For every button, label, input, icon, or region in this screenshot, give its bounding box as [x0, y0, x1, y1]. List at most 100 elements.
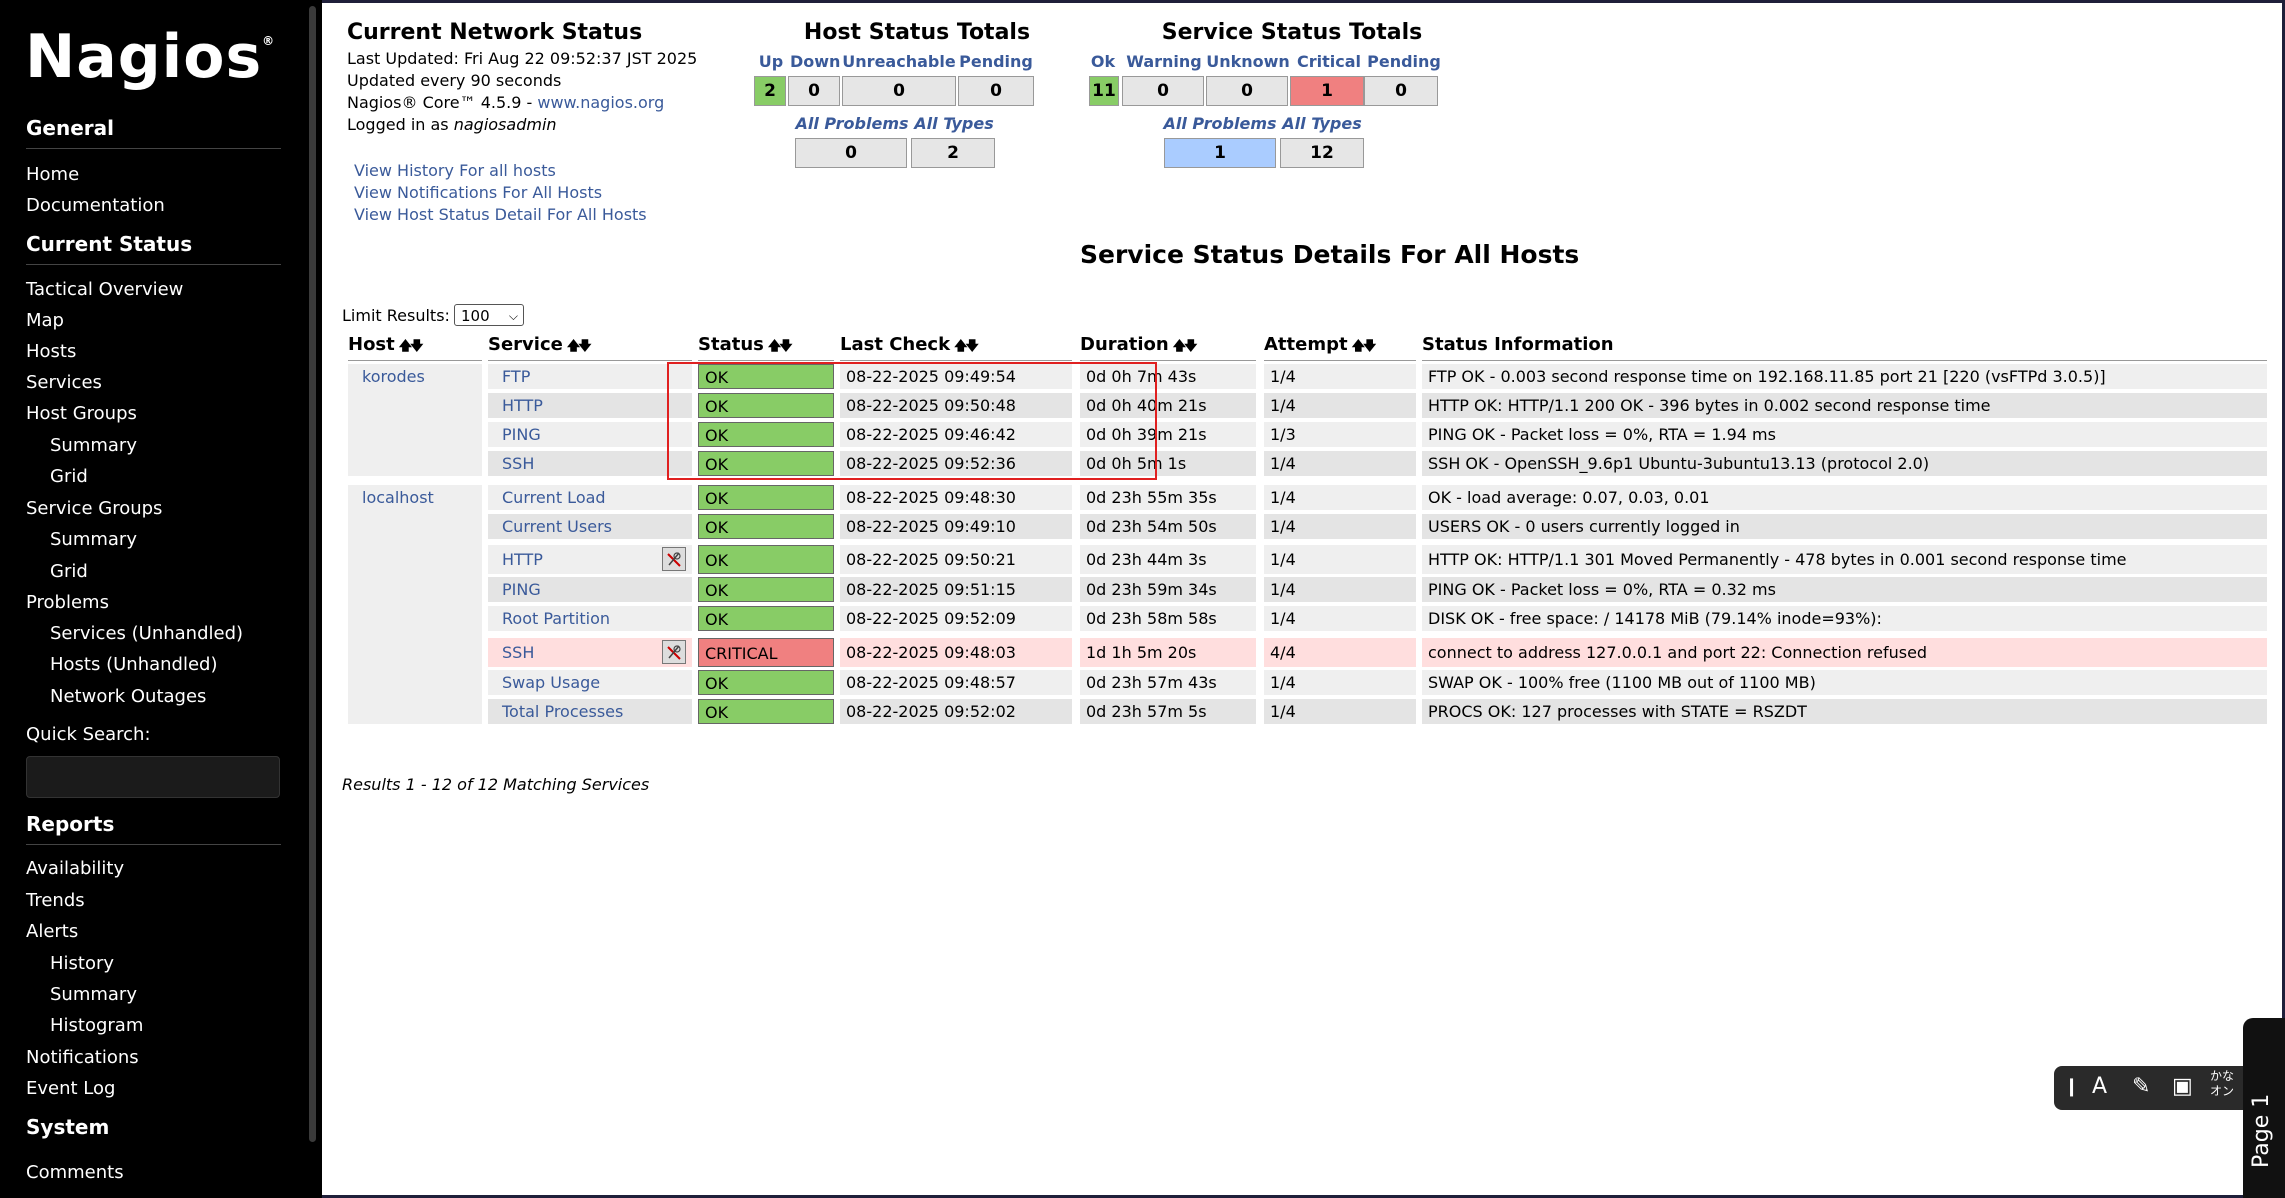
limit-results-value: 100	[461, 307, 490, 325]
nav-alerts-histogram[interactable]: Histogram	[50, 1015, 143, 1036]
view-notifications-link[interactable]: View Notifications For All Hosts	[354, 183, 602, 202]
limit-results-select[interactable]: 100 ⌵	[454, 304, 524, 326]
nav-alerts[interactable]: Alerts	[26, 921, 78, 942]
info-cell: OK - load average: 0.07, 0.03, 0.01	[1422, 485, 2267, 510]
host-all-types-count[interactable]: 2	[911, 138, 995, 168]
host-link[interactable]: localhost	[362, 488, 434, 507]
svc-all-types-header[interactable]: All Types	[1280, 114, 1364, 133]
service-link[interactable]: Root Partition	[502, 609, 610, 628]
host-all-problems-count[interactable]: 0	[795, 138, 907, 168]
status-badge: OK	[698, 699, 834, 724]
sort-arrows-icon[interactable]: 🡅🡇	[768, 339, 793, 354]
svc-all-problems-count[interactable]: 1	[1164, 138, 1276, 168]
host-pending-count[interactable]: 0	[958, 76, 1034, 106]
nav-home[interactable]: Home	[26, 164, 79, 185]
service-link[interactable]: SSH	[502, 643, 534, 662]
nav-comments[interactable]: Comments	[26, 1162, 124, 1183]
sidebar-scrollbar[interactable]	[309, 6, 316, 1142]
nav-network-outages[interactable]: Network Outages	[50, 686, 206, 707]
nav-notifications[interactable]: Notifications	[26, 1047, 139, 1068]
nav-service-groups-grid[interactable]: Grid	[50, 561, 88, 582]
page-tab[interactable]: Page 1	[2243, 1018, 2285, 1198]
last-check-cell: 08-22-2025 09:48:57	[840, 670, 1072, 695]
nav-problems[interactable]: Problems	[26, 592, 109, 613]
svc-ok-header[interactable]: Ok	[1088, 52, 1118, 71]
nav-service-groups-summary[interactable]: Summary	[50, 529, 137, 550]
nav-host-groups-grid[interactable]: Grid	[50, 466, 88, 487]
pen-icon[interactable]: ✎	[2132, 1074, 2150, 1099]
service-link[interactable]: PING	[502, 580, 541, 599]
host-up-header[interactable]: Up	[754, 52, 788, 71]
svc-pending-count[interactable]: 0	[1364, 76, 1438, 106]
nav-hosts-unhandled[interactable]: Hosts (Unhandled)	[50, 654, 217, 675]
sort-arrows-icon[interactable]: 🡅🡇	[954, 339, 979, 354]
last-check-cell: 08-22-2025 09:49:10	[840, 514, 1072, 539]
svc-critical-header[interactable]: Critical	[1290, 52, 1368, 71]
service-link[interactable]: Current Users	[502, 517, 612, 536]
font-icon[interactable]: A	[2092, 1074, 2107, 1099]
nav-event-log[interactable]: Event Log	[26, 1078, 115, 1099]
svc-all-problems-header[interactable]: All Problems	[1162, 114, 1278, 133]
sort-arrows-icon[interactable]: 🡅🡇	[1173, 339, 1198, 354]
dictionary-icon[interactable]: ▣	[2172, 1074, 2193, 1099]
service-link[interactable]: HTTP	[502, 396, 543, 415]
nav-host-groups-summary[interactable]: Summary	[50, 435, 137, 456]
info-cell: SWAP OK - 100% free (1100 MB out of 1100…	[1422, 670, 2267, 695]
nav-tactical-overview[interactable]: Tactical Overview	[26, 279, 183, 300]
attempt-cell: 1/4	[1264, 699, 1416, 724]
host-pending-header[interactable]: Pending	[958, 52, 1034, 71]
service-link[interactable]: HTTP	[502, 550, 543, 569]
svc-warning-header[interactable]: Warning	[1122, 52, 1206, 71]
nav-service-groups[interactable]: Service Groups	[26, 498, 162, 519]
nav-services[interactable]: Services	[26, 372, 102, 393]
view-host-status-link[interactable]: View Host Status Detail For All Hosts	[354, 205, 647, 224]
service-link[interactable]: Current Load	[502, 488, 606, 507]
nav-services-unhandled[interactable]: Services (Unhandled)	[50, 623, 243, 644]
service-link[interactable]: FTP	[502, 367, 530, 386]
view-history-link[interactable]: View History For all hosts	[354, 161, 556, 180]
nav-section-current-status: Current Status	[26, 232, 281, 265]
svc-unknown-count[interactable]: 0	[1206, 76, 1288, 106]
service-cell: HTTP	[488, 393, 692, 418]
nav-hosts[interactable]: Hosts	[26, 341, 76, 362]
svc-pending-header[interactable]: Pending	[1364, 52, 1444, 71]
quick-search-input[interactable]	[26, 756, 280, 798]
host-up-count[interactable]: 2	[754, 76, 786, 106]
nagios-org-link[interactable]: www.nagios.org	[537, 93, 664, 112]
attempt-cell: 1/4	[1264, 364, 1416, 389]
notifications-disabled-icon[interactable]	[662, 547, 686, 571]
nav-documentation[interactable]: Documentation	[26, 195, 165, 216]
sort-arrows-icon[interactable]: 🡅🡇	[567, 339, 592, 354]
host-all-types-header[interactable]: All Types	[912, 114, 996, 133]
host-unreachable-header[interactable]: Unreachable	[842, 52, 956, 71]
svc-ok-count[interactable]: 11	[1089, 76, 1119, 106]
host-down-header[interactable]: Down	[790, 52, 840, 71]
svc-all-types-count[interactable]: 12	[1280, 138, 1364, 168]
svc-unknown-header[interactable]: Unknown	[1206, 52, 1290, 71]
service-link[interactable]: Swap Usage	[502, 673, 600, 692]
duration-cell: 0d 23h 58m 58s	[1080, 606, 1256, 631]
page-title: Service Status Details For All Hosts	[1080, 240, 1580, 269]
nav-map[interactable]: Map	[26, 310, 64, 331]
service-link[interactable]: SSH	[502, 454, 534, 473]
sort-arrows-icon[interactable]: 🡅🡇	[1352, 339, 1377, 354]
status-badge: OK	[698, 364, 834, 389]
host-down-count[interactable]: 0	[788, 76, 840, 106]
host-all-problems-header[interactable]: All Problems	[794, 114, 910, 133]
nav-alerts-summary[interactable]: Summary	[50, 984, 137, 1005]
notifications-disabled-icon[interactable]	[662, 640, 686, 664]
nav-alerts-history[interactable]: History	[50, 953, 114, 974]
host-link[interactable]: korodes	[362, 367, 425, 386]
kana-mode-icon[interactable]: かな オン	[2210, 1069, 2234, 1099]
nav-trends[interactable]: Trends	[26, 890, 85, 911]
nav-host-groups[interactable]: Host Groups	[26, 403, 137, 424]
host-unreachable-count[interactable]: 0	[842, 76, 956, 106]
nagios-logo[interactable]: Nagios®	[25, 22, 275, 92]
service-link[interactable]: Total Processes	[502, 702, 623, 721]
nav-availability[interactable]: Availability	[26, 858, 124, 879]
svc-warning-count[interactable]: 0	[1122, 76, 1204, 106]
svc-critical-count[interactable]: 1	[1290, 76, 1364, 106]
ime-handle-icon[interactable]: ❙	[2064, 1076, 2079, 1097]
sort-arrows-icon[interactable]: 🡅🡇	[399, 339, 424, 354]
service-link[interactable]: PING	[502, 425, 541, 444]
